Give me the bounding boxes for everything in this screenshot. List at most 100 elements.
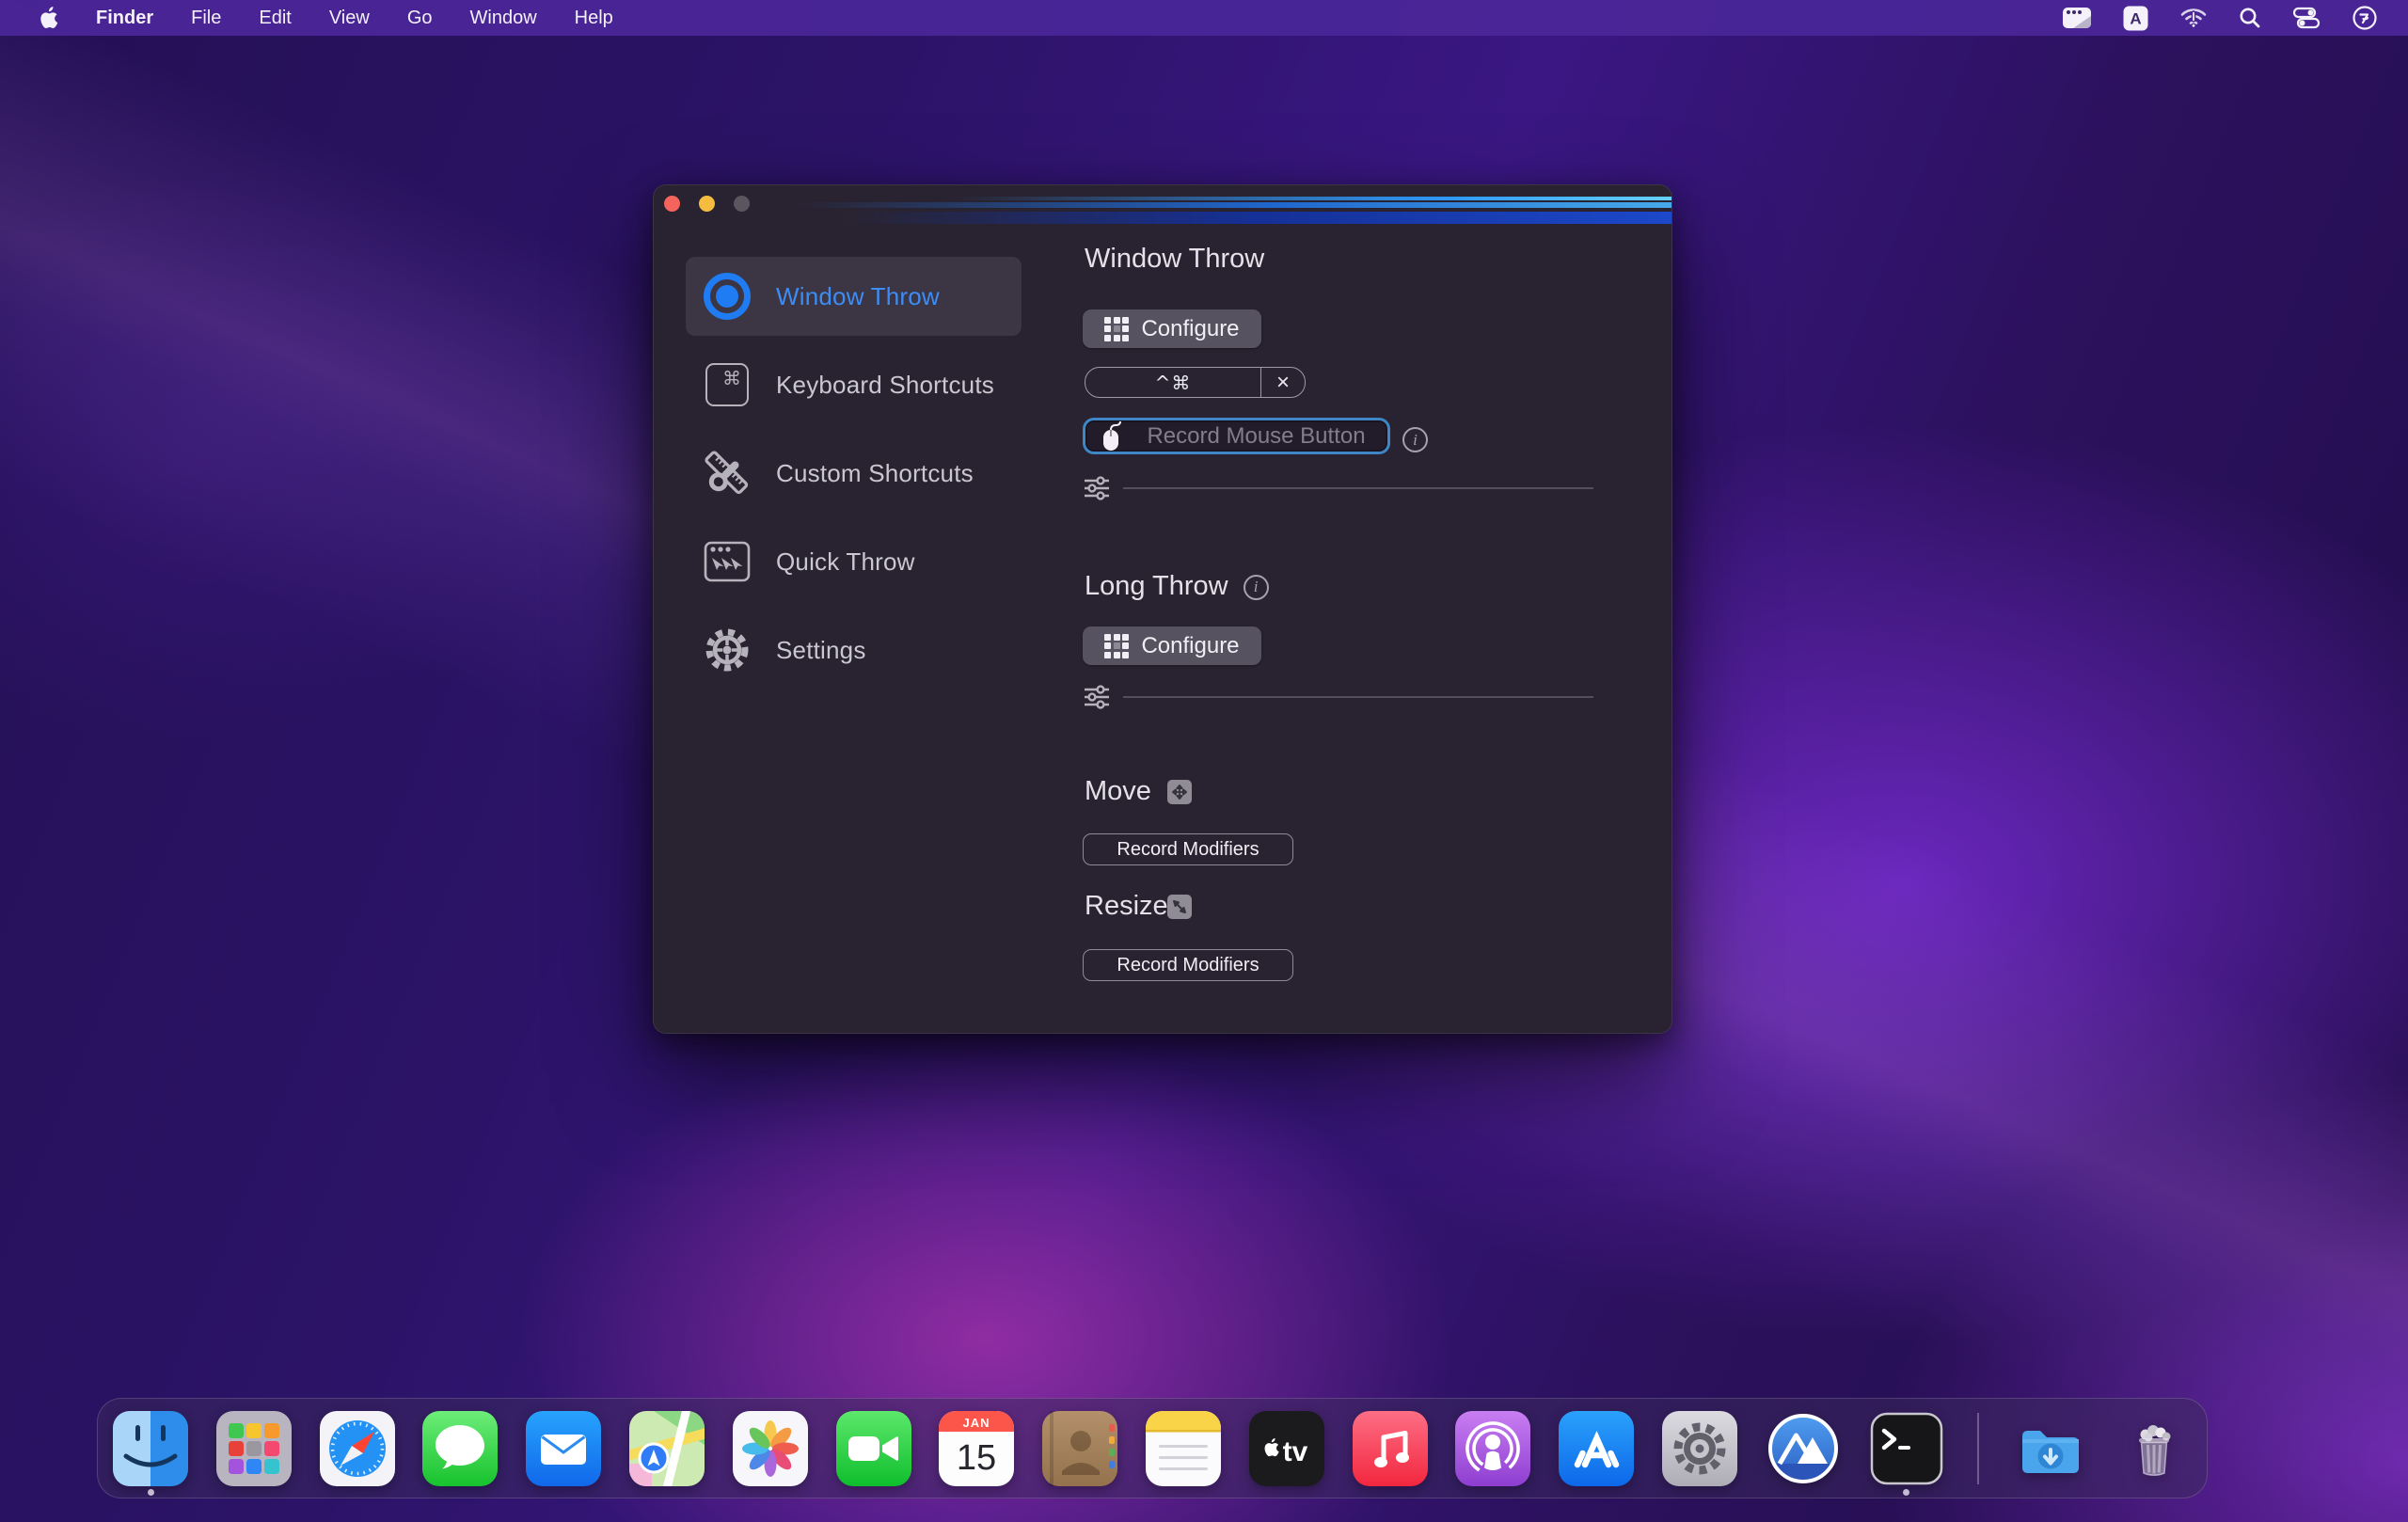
info-icon[interactable]: i	[1402, 427, 1428, 452]
sidebar-item-label: Window Throw	[776, 282, 940, 311]
dock-item-maps[interactable]	[629, 1401, 705, 1497]
sliders-icon[interactable]	[1083, 683, 1111, 716]
sidebar-item-settings[interactable]: Settings	[686, 610, 1022, 690]
menu-bar: Finder File Edit View Go Window Help A	[0, 0, 2408, 36]
svg-text:15: 15	[957, 1438, 996, 1478]
close-button[interactable]	[664, 196, 680, 212]
move-arrows-icon	[1167, 780, 1192, 804]
dock-item-tv[interactable]: tv	[1249, 1401, 1324, 1497]
record-mouse-placeholder: Record Mouse Button	[1125, 423, 1387, 450]
dock-item-mail[interactable]	[526, 1401, 601, 1497]
sliders-icon[interactable]	[1083, 474, 1111, 507]
dock-item-messages[interactable]	[422, 1401, 498, 1497]
notes-icon	[1146, 1411, 1221, 1486]
svg-text:tv: tv	[1282, 1436, 1307, 1467]
minimize-button[interactable]	[699, 196, 715, 212]
dock-item-notes[interactable]	[1146, 1401, 1221, 1497]
contacts-icon	[1042, 1411, 1117, 1486]
launchpad-icon	[216, 1411, 292, 1486]
dock-item-terminal[interactable]	[1869, 1401, 1944, 1497]
terminal-icon	[1869, 1411, 1944, 1486]
dock-item-music[interactable]	[1353, 1401, 1428, 1497]
circle-arrow-icon[interactable]	[2352, 5, 2378, 31]
control-center-icon[interactable]	[2292, 7, 2321, 29]
ruler-wrench-icon	[703, 449, 752, 498]
dock-item-facetime[interactable]	[836, 1401, 911, 1497]
dock-item-swish[interactable]	[1766, 1401, 1841, 1497]
menu-file[interactable]: File	[191, 8, 221, 29]
svg-text:A: A	[2130, 9, 2141, 27]
dock-item-trash[interactable]	[2116, 1401, 2192, 1497]
apple-menu-icon[interactable]	[38, 6, 58, 30]
menu-bar-status-items: A	[2062, 5, 2408, 31]
dock-item-calendar[interactable]: JAN 15	[939, 1401, 1014, 1497]
divider	[1123, 696, 1593, 698]
input-source-icon[interactable]: A	[2123, 6, 2148, 31]
menu-go[interactable]: Go	[407, 8, 433, 29]
resize-label: Resize	[1085, 891, 1168, 922]
dock-item-safari[interactable]	[320, 1401, 395, 1497]
downloads-folder-icon	[2013, 1411, 2088, 1486]
sidebar-item-label: Settings	[776, 636, 866, 665]
active-app-name[interactable]: Finder	[96, 8, 153, 29]
zoom-button-disabled[interactable]	[734, 196, 750, 212]
dock-item-podcasts[interactable]	[1455, 1401, 1530, 1497]
dock-item-system-preferences[interactable]	[1662, 1401, 1737, 1497]
dock-item-contacts[interactable]	[1042, 1401, 1117, 1497]
section-title-long-throw: Long Throwi	[1085, 571, 1269, 602]
sidebar-item-keyboard-shortcuts[interactable]: ⌘ Keyboard Shortcuts	[686, 345, 1022, 424]
configure-long-throw-button[interactable]: Configure	[1083, 626, 1261, 665]
podcasts-icon	[1455, 1411, 1530, 1486]
move-label: Move	[1085, 776, 1151, 807]
record-modifiers-resize-button[interactable]: Record Modifiers	[1083, 949, 1293, 981]
swish-preferences-window: Window Throw ⌘ Keyboard Shortcuts Custom…	[653, 184, 1672, 1034]
mail-icon	[526, 1411, 601, 1486]
dock: JAN 15 tv	[97, 1398, 2208, 1498]
system-preferences-icon	[1662, 1411, 1737, 1486]
clear-shortcut-button[interactable]: ×	[1260, 368, 1305, 397]
dock-item-finder[interactable]	[113, 1401, 188, 1497]
command-key-icon: ⌘	[703, 360, 752, 409]
sidebar-item-quick-throw[interactable]: Quick Throw	[686, 522, 1022, 601]
spotlight-search-icon[interactable]	[2239, 7, 2261, 29]
calendar-icon: JAN 15	[939, 1411, 1014, 1486]
info-icon[interactable]: i	[1244, 575, 1269, 600]
divider	[1123, 487, 1593, 489]
gear-icon	[703, 626, 752, 674]
svg-text:JAN: JAN	[963, 1416, 990, 1430]
section-title-window-throw: Window Throw	[1085, 244, 1264, 275]
wifi-alert-icon[interactable]	[2179, 7, 2208, 29]
screen-artifact	[797, 202, 1671, 208]
shortcut-value[interactable]: ^⌘	[1085, 368, 1260, 397]
running-indicator	[1903, 1489, 1909, 1496]
menu-window[interactable]: Window	[470, 8, 537, 29]
menu-help[interactable]: Help	[575, 8, 613, 29]
dock-divider	[1977, 1413, 1979, 1484]
menu-bar-left: Finder File Edit View Go Window Help	[0, 6, 613, 30]
finder-icon	[113, 1411, 188, 1486]
menu-view[interactable]: View	[329, 8, 370, 29]
dock-item-launchpad[interactable]	[216, 1401, 292, 1497]
apple-tv-icon: tv	[1249, 1411, 1324, 1486]
dock-item-photos[interactable]	[733, 1401, 808, 1497]
screen-artifact	[844, 212, 1671, 224]
dock-item-app-store[interactable]	[1559, 1401, 1634, 1497]
sidebar-item-window-throw[interactable]: Window Throw	[686, 257, 1022, 336]
window-cursors-icon	[703, 537, 752, 586]
facetime-icon	[836, 1411, 911, 1486]
music-icon	[1353, 1411, 1428, 1486]
record-circle-icon	[703, 272, 752, 321]
grid-icon	[1104, 317, 1129, 341]
configure-window-throw-button[interactable]: Configure	[1083, 309, 1261, 348]
dock-item-downloads[interactable]	[2013, 1401, 2088, 1497]
record-mouse-button-field[interactable]: Record Mouse Button	[1083, 418, 1390, 454]
window-gesture-icon[interactable]	[2062, 7, 2092, 29]
record-modifiers-move-button[interactable]: Record Modifiers	[1083, 833, 1293, 865]
grid-icon	[1104, 634, 1129, 658]
menu-edit[interactable]: Edit	[259, 8, 291, 29]
running-indicator	[148, 1489, 154, 1496]
app-store-icon	[1559, 1411, 1634, 1486]
keyboard-shortcut-field: ^⌘ ×	[1085, 367, 1306, 398]
resize-diagonal-icon	[1167, 895, 1192, 919]
sidebar-item-custom-shortcuts[interactable]: Custom Shortcuts	[686, 434, 1022, 513]
